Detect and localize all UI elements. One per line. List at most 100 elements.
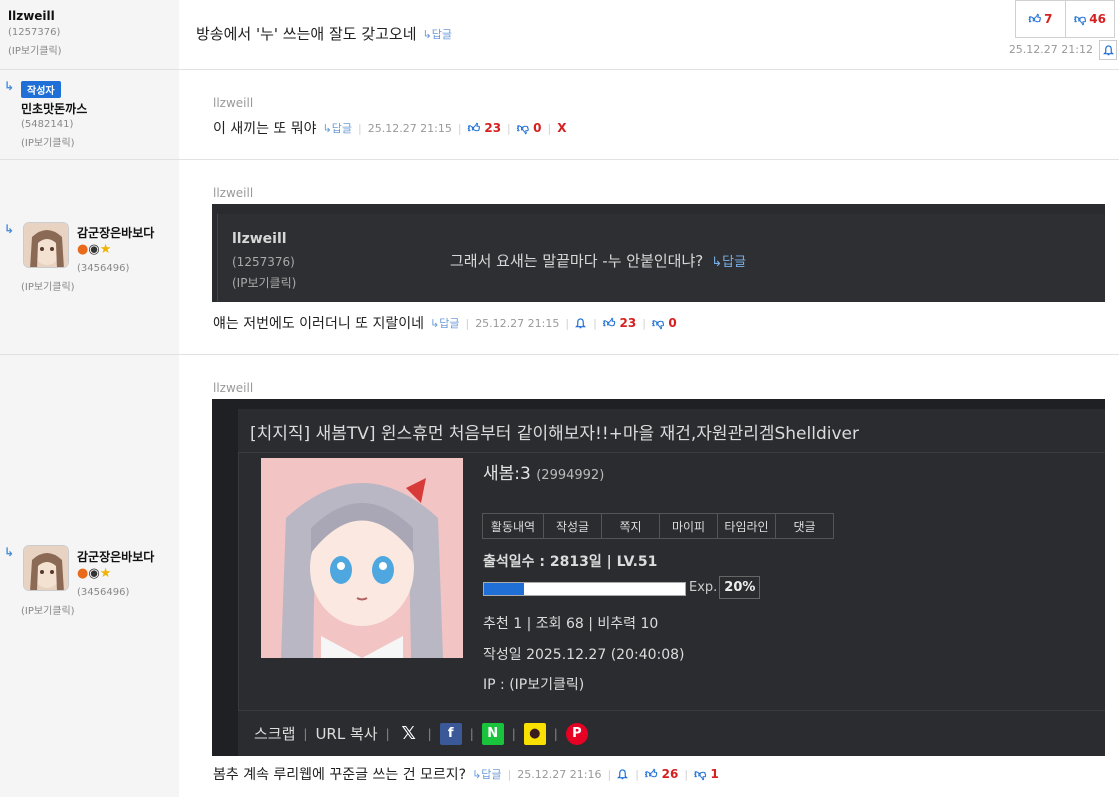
comment-time: 25.12.27 21:15: [475, 316, 560, 330]
embed-scrap-label: 스크랩: [254, 725, 296, 743]
reply-button[interactable]: ↳답글: [423, 26, 452, 42]
author-avatar[interactable]: [23, 545, 69, 591]
embed-exp-label: Exp.: [689, 580, 718, 595]
reply-arrow-icon: ↳: [4, 79, 15, 93]
author-nick[interactable]: llzweill: [8, 9, 55, 23]
divider: |: [507, 767, 512, 781]
post-screenshot-image: [치지직] 새봄TV] 윈스휴먼 처음부터 같이해보자!!+마을 재건,자원관리…: [212, 399, 1105, 756]
author-nick[interactable]: 감군장은바보다: [77, 224, 154, 241]
embed-profile-panel: 새봄:3 (2994992) 활동내역 작성글 쪽지 마이피 타임라인 댓글 출…: [238, 453, 1105, 710]
quoted-nick[interactable]: llzweill: [213, 381, 253, 395]
thumbs-down-icon: 👎︎: [694, 766, 707, 781]
upvote-count: 26: [661, 766, 679, 781]
bell-icon: [1102, 44, 1114, 55]
reply-button[interactable]: ↳답글: [472, 766, 501, 782]
star-badge-icon: ★: [99, 242, 112, 257]
author-ip[interactable]: (IP보기클릭): [21, 278, 75, 293]
embed-tab: 타임라인: [718, 513, 776, 539]
divider: |: [511, 726, 516, 741]
upvote-button[interactable]: 👍︎ 23: [468, 121, 501, 136]
notify-button[interactable]: [1099, 40, 1117, 60]
downvote-button[interactable]: 👎︎ 0: [652, 316, 677, 331]
panda-badge-icon: ◉: [88, 566, 100, 581]
star-badge-icon: ★: [99, 566, 112, 581]
quoted-comment-text: 그래서 요새는 말끝마다 -누 안붙인대냐? ↳답글: [450, 250, 746, 271]
reply-arrow-icon: ↳: [4, 545, 15, 559]
divider: |: [553, 726, 558, 741]
embed-user-nick: 새봄:3: [483, 464, 531, 484]
embed-profile-tabs: 활동내역 작성글 쪽지 마이피 타임라인 댓글: [482, 513, 834, 539]
embed-exp-bar: [483, 582, 686, 596]
thumbs-down-icon: 👎︎: [516, 120, 529, 135]
quoted-author-nick: llzweill: [232, 231, 287, 247]
comment-body: 방송에서 '누' 쓰는애 잘도 갖고오네 ↳답글: [196, 23, 452, 44]
author-ip[interactable]: (IP보기클릭): [21, 602, 75, 617]
comment-row: llzweill (1257376) (IP보기클릭) 방송에서 '누' 쓰는애…: [0, 0, 1119, 70]
downvote-button[interactable]: 👎︎ 46: [1065, 0, 1115, 38]
comment-text: 방송에서 '누' 쓰는애 잘도 갖고오네: [196, 25, 417, 43]
embed-tab: 작성글: [544, 513, 602, 539]
author-nick[interactable]: 민초맛돈까스: [21, 100, 87, 117]
upvote-button[interactable]: 👍︎ 7: [1015, 0, 1065, 38]
author-badge: 작성자: [21, 81, 61, 98]
quoted-nick[interactable]: llzweill: [213, 96, 253, 110]
notify-button[interactable]: [617, 768, 629, 780]
divider: |: [565, 316, 570, 330]
quoted-author-id: (1257376): [232, 255, 295, 269]
author-badges: ●◉★: [77, 566, 111, 581]
divider: |: [642, 316, 646, 330]
author-id: (1257376): [8, 27, 61, 38]
divider: |: [607, 767, 612, 781]
fire-badge-icon: ●: [77, 566, 89, 581]
divider: |: [507, 121, 511, 135]
downvote-button[interactable]: 👎︎ 1: [694, 767, 719, 782]
facebook-share-icon: f: [439, 722, 462, 745]
divider: |: [357, 121, 362, 135]
divider: |: [427, 726, 432, 741]
quoted-text: 그래서 요새는 말끝마다 -누 안붙인대냐?: [450, 252, 704, 270]
author-id: (3456496): [77, 263, 130, 274]
comment-row: ↳ 작성자 민초맛돈까스 (5482141) (IP보기클릭) llzweill…: [0, 70, 1119, 160]
comment-time: 25.12.27 21:15: [367, 121, 452, 135]
comment-author-panel: ↳ 감군장은바보다 ●◉★ (3456496) (IP보기클릭): [0, 160, 179, 354]
comment-author-panel: ↳ 작성자 민초맛돈까스 (5482141) (IP보기클릭): [0, 70, 179, 159]
downvote-button[interactable]: 👎︎ 0: [517, 121, 542, 136]
downvote-count: 0: [668, 315, 677, 330]
comment-body: 봄추 계속 루리웹에 꾸준글 쓰는 건 모르지? ↳답글 | 25.12.27 …: [213, 764, 719, 784]
upvote-button[interactable]: 👍︎ 26: [645, 767, 678, 782]
thumbs-up-icon: 👍︎: [602, 315, 616, 330]
comment-body: 얘는 저번에도 이러더니 또 지랄이네 ↳답글 | 25.12.27 21:15…: [213, 313, 677, 333]
author-avatar[interactable]: [23, 222, 69, 268]
vote-box: 👍︎ 7 👎︎ 46: [1015, 0, 1115, 38]
reply-arrow-icon: ↳: [4, 222, 15, 236]
upvote-count: 23: [619, 315, 637, 330]
delete-button[interactable]: X: [557, 121, 566, 135]
kakaotalk-share-icon: ●: [523, 722, 546, 745]
author-ip[interactable]: (IP보기클릭): [21, 134, 75, 149]
notify-button[interactable]: [575, 317, 587, 329]
reply-button[interactable]: ↳답글: [323, 120, 352, 136]
embed-header: [치지직] 새봄TV] 윈스휴먼 처음부터 같이해보자!!+마을 재건,자원관리…: [238, 409, 1105, 453]
panda-badge-icon: ◉: [88, 242, 100, 257]
reply-button[interactable]: ↳답글: [430, 315, 459, 331]
quoted-nick[interactable]: llzweill: [213, 186, 253, 200]
thumbs-down-icon: 👎︎: [651, 315, 665, 330]
bell-icon: [617, 769, 629, 780]
bell-icon: [575, 318, 587, 329]
embed-exp-bar-fill: [484, 583, 525, 595]
author-ip[interactable]: (IP보기클릭): [8, 42, 62, 57]
divider: |: [303, 726, 308, 741]
divider: |: [684, 767, 689, 781]
embed-tab: 댓글: [776, 513, 834, 539]
thumbs-up-icon: 👍︎: [467, 120, 481, 135]
pinterest-share-icon: P: [565, 722, 588, 745]
downvote-count: 1: [710, 766, 719, 781]
author-id: (5482141): [21, 119, 74, 130]
author-nick[interactable]: 감군장은바보다: [77, 548, 154, 565]
upvote-button[interactable]: 👍︎ 23: [603, 316, 636, 331]
comment-author-panel: llzweill (1257376) (IP보기클릭): [0, 0, 179, 69]
quoted-comment-image: llzweill (1257376) (IP보기클릭) 그래서 요새는 말끝마다…: [212, 204, 1105, 302]
comment-body: 이 새끼는 또 뭐야 ↳답글 | 25.12.27 21:15 | 👍︎ 23 …: [213, 118, 566, 138]
quoted-author-ip: (IP보기클릭): [232, 276, 297, 290]
thumbs-down-icon: 👎︎: [1074, 11, 1087, 26]
